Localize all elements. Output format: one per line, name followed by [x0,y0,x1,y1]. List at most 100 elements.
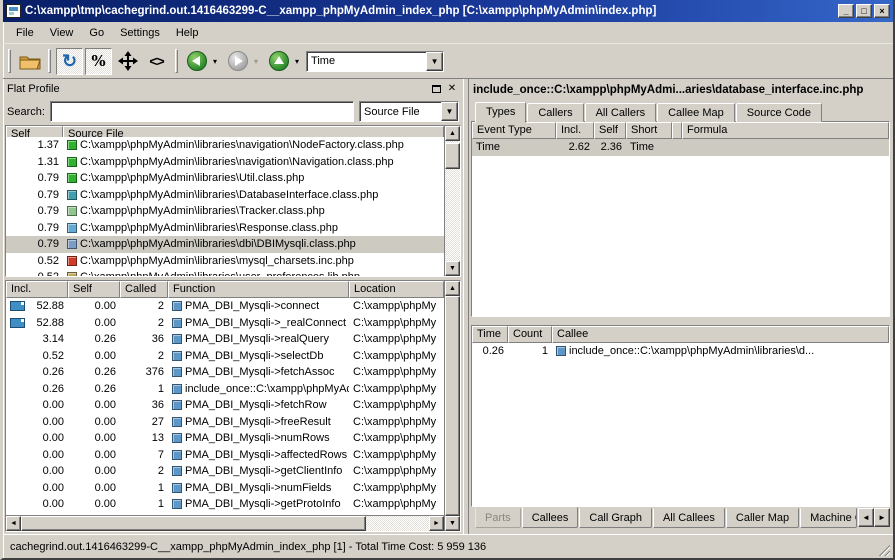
tab-parts[interactable]: Parts [475,508,521,528]
scroll-thumb[interactable] [445,296,460,516]
column-header-formula[interactable]: Formula [682,122,889,139]
up-dropdown-arrow[interactable]: ▾ [292,57,302,66]
cycle-detection-button[interactable]: ↻ [56,48,83,75]
function-row[interactable]: 0.260.261include_once::C:\xampp\phpMyAd.… [6,381,444,398]
scroll-up-icon[interactable]: ▲ [445,126,460,141]
toolbar-handle[interactable] [8,49,11,73]
source-file-row[interactable]: 0.79C:\xampp\phpMyAdmin\libraries\Util.c… [6,170,444,187]
source-file-row[interactable]: 0.79C:\xampp\phpMyAdmin\libraries\Tracke… [6,203,444,220]
back-dropdown-arrow[interactable]: ▾ [210,57,220,66]
scroll-thumb[interactable] [21,516,366,531]
menu-item-settings[interactable]: Settings [113,25,167,41]
column-header-short[interactable]: Short [626,122,672,139]
function-row[interactable]: 0.000.001PMA_DBI_Mysqli->getProtoInfoC:\… [6,496,444,513]
cell-incl: 0.00 [6,447,68,464]
tab-types[interactable]: Types [475,102,526,123]
column-header-called[interactable]: Called [120,281,168,298]
source-file-row[interactable]: 0.79C:\xampp\phpMyAdmin\libraries\dbi\DB… [6,236,444,253]
column-header-location[interactable]: Location [349,281,444,298]
column-header-function[interactable]: Function [168,281,349,298]
cell-function: PMA_DBI_Mysqli->connect [168,298,349,315]
column-header-count[interactable]: Count [508,326,552,343]
source-file-row[interactable]: 0.52C:\xampp\phpMyAdmin\libraries\mysql_… [6,253,444,270]
tab-scroll-right-icon[interactable]: ► [874,508,890,527]
resize-grip[interactable] [877,543,890,556]
function-row[interactable]: 0.000.007PMA_DBI_Mysqli->affectedRowsC:\… [6,447,444,464]
tab-callee-map[interactable]: Callee Map [657,103,735,122]
dock-close-button[interactable]: ✕ [445,82,459,95]
menu-item-view[interactable]: View [43,25,81,41]
file-type-icon [67,256,77,266]
tab-machine-code[interactable]: Machine Code [800,508,857,528]
dock-header[interactable]: Flat Profile ✕ [3,79,463,98]
scroll-thumb[interactable] [445,143,460,169]
up-button[interactable] [265,48,292,75]
close-button[interactable]: × [874,4,890,18]
scroll-down-icon[interactable]: ▼ [445,516,460,531]
function-vertical-scrollbar[interactable]: ▲ ▼ [444,281,460,531]
relative-percent-button[interactable]: % [85,48,112,75]
tab-caller-map[interactable]: Caller Map [726,508,799,528]
cell-self: 0.00 [68,480,120,497]
function-row[interactable]: 0.000.0027PMA_DBI_Mysqli->freeResultC:\x… [6,414,444,431]
function-row[interactable]: 0.260.26376PMA_DBI_Mysqli->fetchAssocC:\… [6,364,444,381]
column-header-event-type[interactable]: Event Type [472,122,556,139]
tab-call-graph[interactable]: Call Graph [579,508,652,528]
tab-callers[interactable]: Callers [527,103,583,122]
function-row[interactable]: 0.000.0013PMA_DBI_Mysqli->numRowsC:\xamp… [6,430,444,447]
function-icon [172,318,182,328]
maximize-button[interactable]: □ [856,4,872,18]
cell-location: C:\xampp\phpMy [349,447,444,464]
open-file-button[interactable] [16,48,43,75]
function-row[interactable]: 0.000.002PMA_DBI_Mysqli->getClientInfoC:… [6,463,444,480]
menu-item-help[interactable]: Help [169,25,206,41]
function-row[interactable]: 52.880.002PMA_DBI_Mysqli->connectC:\xamp… [6,298,444,315]
tab-all-callees[interactable]: All Callees [653,508,725,528]
title-bar[interactable]: C:\xampp\tmp\cachegrind.out.1416463299-C… [3,0,893,22]
minimize-button[interactable]: _ [838,4,854,18]
grouping-combo[interactable]: Source File ▼ [359,101,459,122]
source-file-row[interactable]: 1.31C:\xampp\phpMyAdmin\libraries\naviga… [6,154,444,171]
search-input[interactable] [50,101,354,122]
function-row[interactable]: 0.000.001PMA_DBI_Mysqli->numFieldsC:\xam… [6,480,444,497]
function-horizontal-scrollbar[interactable]: ◄ ► [6,515,444,531]
menu-item-file[interactable]: File [9,25,41,41]
scroll-up-icon[interactable]: ▲ [445,281,460,296]
tab-callees[interactable]: Callees [522,507,579,528]
menu-item-go[interactable]: Go [82,25,111,41]
expand-all-button[interactable] [114,48,141,75]
event-type-row[interactable]: Time2.622.36Time [472,139,889,156]
back-button[interactable] [183,48,210,75]
source-file-row[interactable]: 0.79C:\xampp\phpMyAdmin\libraries\Databa… [6,187,444,204]
cell-function: PMA_DBI_Mysqli->numRows [168,430,349,447]
function-row[interactable]: 0.520.002PMA_DBI_Mysqli->selectDbC:\xamp… [6,348,444,365]
tab-source-code[interactable]: Source Code [736,103,822,122]
combo-dropdown-icon[interactable]: ▼ [426,52,443,71]
column-header-incl[interactable]: Incl. [556,122,594,139]
source-file-row[interactable]: 0.79C:\xampp\phpMyAdmin\libraries\Respon… [6,220,444,237]
column-header-time[interactable]: Time [472,326,508,343]
file-type-icon [67,157,77,167]
source-vertical-scrollbar[interactable]: ▲ ▼ [444,126,460,276]
column-header-self[interactable]: Self [68,281,120,298]
tab-all-callers[interactable]: All Callers [585,103,657,122]
scroll-right-icon[interactable]: ► [429,516,444,531]
column-header-callee[interactable]: Callee [552,326,889,343]
tab-scroll-left-icon[interactable]: ◄ [858,508,874,527]
source-file-row[interactable]: 0.52C:\xampp\phpMyAdmin\libraries\user_p… [6,269,444,276]
function-row[interactable]: 52.880.002PMA_DBI_Mysqli->_realConnectC:… [6,315,444,332]
scroll-left-icon[interactable]: ◄ [6,516,21,531]
function-icon [172,417,182,427]
function-row[interactable]: 0.000.0036PMA_DBI_Mysqli->fetchRowC:\xam… [6,397,444,414]
scroll-down-icon[interactable]: ▼ [445,261,460,276]
source-file-row[interactable]: 1.37C:\xampp\phpMyAdmin\libraries\naviga… [6,137,444,154]
shorten-templates-button[interactable]: <> [143,48,170,75]
column-header-incl[interactable]: Incl. [6,281,68,298]
function-row[interactable]: 3.140.2636PMA_DBI_Mysqli->realQueryC:\xa… [6,331,444,348]
column-header-self[interactable]: Self [594,122,626,139]
callee-row[interactable]: 0.261include_once::C:\xampp\phpMyAdmin\l… [472,343,889,360]
event-type-combo[interactable]: Time ▼ [306,51,444,72]
combo-dropdown-icon[interactable]: ▼ [441,102,458,121]
cell-location: C:\xampp\phpMy [349,315,444,332]
dock-float-button[interactable] [429,82,443,95]
